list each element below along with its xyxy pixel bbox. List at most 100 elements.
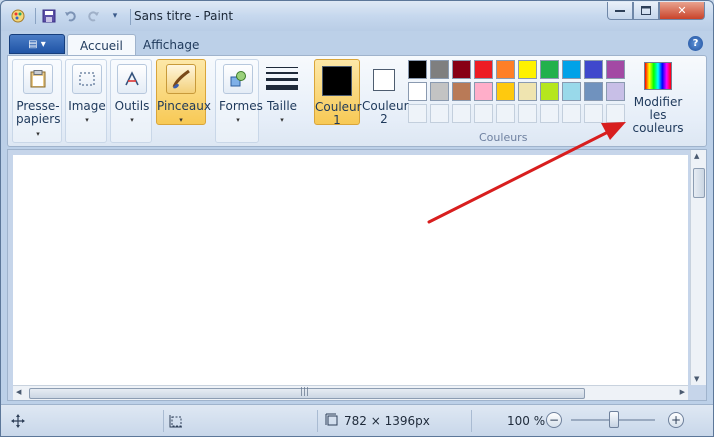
cursor-position-icon bbox=[11, 411, 25, 431]
chevron-down-icon: ▾ bbox=[130, 116, 134, 124]
couleur1-button[interactable]: Couleur 1 bbox=[314, 59, 362, 127]
separator bbox=[35, 8, 36, 24]
presse-papiers-label-1: Presse- bbox=[16, 99, 60, 113]
horizontal-scroll-thumb[interactable]: ||| bbox=[29, 387, 585, 399]
couleur2-button[interactable]: Couleur 2 bbox=[362, 62, 409, 126]
scroll-left-icon[interactable]: ◀ bbox=[16, 388, 21, 396]
palette-color-swatch[interactable] bbox=[474, 82, 493, 101]
palette-color-swatch[interactable] bbox=[518, 82, 537, 101]
couleur2-label-1: Couleur bbox=[362, 99, 409, 113]
palette-color-swatch[interactable] bbox=[496, 60, 515, 79]
zoom-slider-thumb[interactable] bbox=[609, 411, 619, 428]
window-title: Sans titre - Paint bbox=[134, 9, 234, 23]
shapes-icon bbox=[223, 64, 253, 94]
palette-color-swatch[interactable] bbox=[562, 60, 581, 79]
group-outils: Outils ▾ bbox=[110, 59, 152, 143]
vertical-scrollbar[interactable]: ▲ ▼ bbox=[690, 150, 706, 385]
outils-button[interactable]: Outils ▾ bbox=[113, 64, 151, 127]
couleur1-swatch bbox=[322, 66, 352, 96]
scroll-up-icon[interactable]: ▲ bbox=[694, 152, 699, 160]
palette-color-swatch[interactable] bbox=[606, 82, 625, 101]
couleur1-label-1: Couleur bbox=[315, 100, 362, 114]
zoom-out-button[interactable]: − bbox=[546, 412, 562, 428]
couleurs-group-label: Couleurs bbox=[479, 131, 528, 144]
palette-color-swatch[interactable] bbox=[430, 60, 449, 79]
palette-color-swatch[interactable] bbox=[518, 60, 537, 79]
palette-color-swatch[interactable] bbox=[474, 60, 493, 79]
palette-color-swatch[interactable] bbox=[452, 82, 471, 101]
selection-size-icon bbox=[169, 411, 183, 431]
chevron-down-icon: ▾ bbox=[179, 116, 183, 124]
chevron-down-icon: ▾ bbox=[36, 130, 40, 138]
close-icon: ✕ bbox=[677, 4, 687, 17]
separator bbox=[130, 9, 131, 25]
modifier-couleurs-button[interactable]: Modifier les couleurs bbox=[624, 59, 692, 135]
palette-color-swatch[interactable] bbox=[562, 82, 581, 101]
formes-label: Formes bbox=[219, 99, 263, 113]
modifier-label-2: couleurs bbox=[632, 121, 684, 135]
close-button[interactable]: ✕ bbox=[659, 2, 705, 20]
palette-empty-swatch[interactable] bbox=[518, 104, 537, 123]
select-icon bbox=[72, 64, 102, 94]
palette-color-swatch[interactable] bbox=[584, 60, 603, 79]
pinceaux-button[interactable]: Pinceaux ▾ bbox=[156, 59, 211, 125]
palette-color-swatch[interactable] bbox=[430, 82, 449, 101]
palette-color-swatch[interactable] bbox=[584, 82, 603, 101]
palette-color-swatch[interactable] bbox=[540, 82, 559, 101]
maximize-button[interactable] bbox=[633, 2, 659, 20]
presse-papiers-button[interactable]: Presse- papiers ▾ bbox=[16, 64, 61, 141]
status-bar: 782 × 1396px 100 % − + bbox=[1, 404, 713, 436]
zoom-level: 100 % bbox=[507, 414, 546, 428]
color-palette bbox=[408, 60, 625, 123]
quick-access-toolbar: ▾ bbox=[9, 7, 128, 25]
undo-icon[interactable] bbox=[62, 7, 80, 25]
presse-papiers-label-2: papiers bbox=[16, 112, 61, 126]
couleur2-label-2: 2 bbox=[380, 112, 388, 126]
modifier-label-1: Modifier les bbox=[633, 95, 683, 122]
clipboard-icon bbox=[23, 64, 53, 94]
palette-empty-swatch[interactable] bbox=[474, 104, 493, 123]
drawing-canvas[interactable] bbox=[13, 155, 688, 385]
formes-button[interactable]: Formes ▾ bbox=[219, 64, 263, 127]
image-size-icon bbox=[325, 413, 338, 429]
palette-empty-swatch[interactable] bbox=[430, 104, 449, 123]
scroll-down-icon[interactable]: ▼ bbox=[694, 375, 699, 383]
separator bbox=[317, 410, 318, 432]
image-button[interactable]: Image ▾ bbox=[68, 64, 106, 127]
paint-window: ▾ Sans titre - Paint ✕ ▤ ▾ Accueil Affic… bbox=[0, 0, 714, 437]
help-icon[interactable]: ? bbox=[688, 36, 703, 51]
palette-empty-swatch[interactable] bbox=[540, 104, 559, 123]
app-menu-button[interactable]: ▤ ▾ bbox=[9, 34, 65, 54]
group-image: Image ▾ bbox=[65, 59, 107, 143]
window-controls: ✕ bbox=[607, 2, 705, 20]
palette-empty-swatch[interactable] bbox=[496, 104, 515, 123]
tab-accueil[interactable]: Accueil bbox=[67, 34, 136, 57]
scroll-right-icon[interactable]: ▶ bbox=[680, 388, 685, 396]
palette-empty-swatch[interactable] bbox=[562, 104, 581, 123]
chevron-down-icon: ▾ bbox=[280, 116, 284, 124]
vertical-scroll-thumb[interactable] bbox=[693, 168, 705, 198]
taille-label: Taille bbox=[266, 99, 298, 113]
palette-empty-swatch[interactable] bbox=[452, 104, 471, 123]
palette-empty-swatch[interactable] bbox=[584, 104, 603, 123]
horizontal-scrollbar[interactable]: ◀ ||| ▶ bbox=[13, 385, 688, 400]
palette-color-swatch[interactable] bbox=[606, 60, 625, 79]
palette-empty-swatch[interactable] bbox=[408, 104, 427, 123]
image-dimensions: 782 × 1396px bbox=[344, 414, 430, 428]
palette-color-swatch[interactable] bbox=[496, 82, 515, 101]
palette-color-swatch[interactable] bbox=[408, 60, 427, 79]
customize-toolbar-icon[interactable]: ▾ bbox=[106, 7, 124, 25]
pinceaux-label: Pinceaux bbox=[157, 99, 211, 113]
palette-color-swatch[interactable] bbox=[540, 60, 559, 79]
palette-color-swatch[interactable] bbox=[408, 82, 427, 101]
tab-affichage[interactable]: Affichage bbox=[131, 34, 211, 56]
outils-label: Outils bbox=[114, 99, 150, 113]
palette-color-swatch[interactable] bbox=[452, 60, 471, 79]
zoom-in-button[interactable]: + bbox=[668, 412, 684, 428]
paint-app-icon[interactable] bbox=[9, 7, 27, 25]
redo-icon[interactable] bbox=[84, 7, 102, 25]
save-icon[interactable] bbox=[40, 7, 58, 25]
minimize-button[interactable] bbox=[607, 2, 633, 20]
palette-empty-swatch[interactable] bbox=[606, 104, 625, 123]
taille-button[interactable]: Taille ▾ bbox=[262, 63, 302, 127]
